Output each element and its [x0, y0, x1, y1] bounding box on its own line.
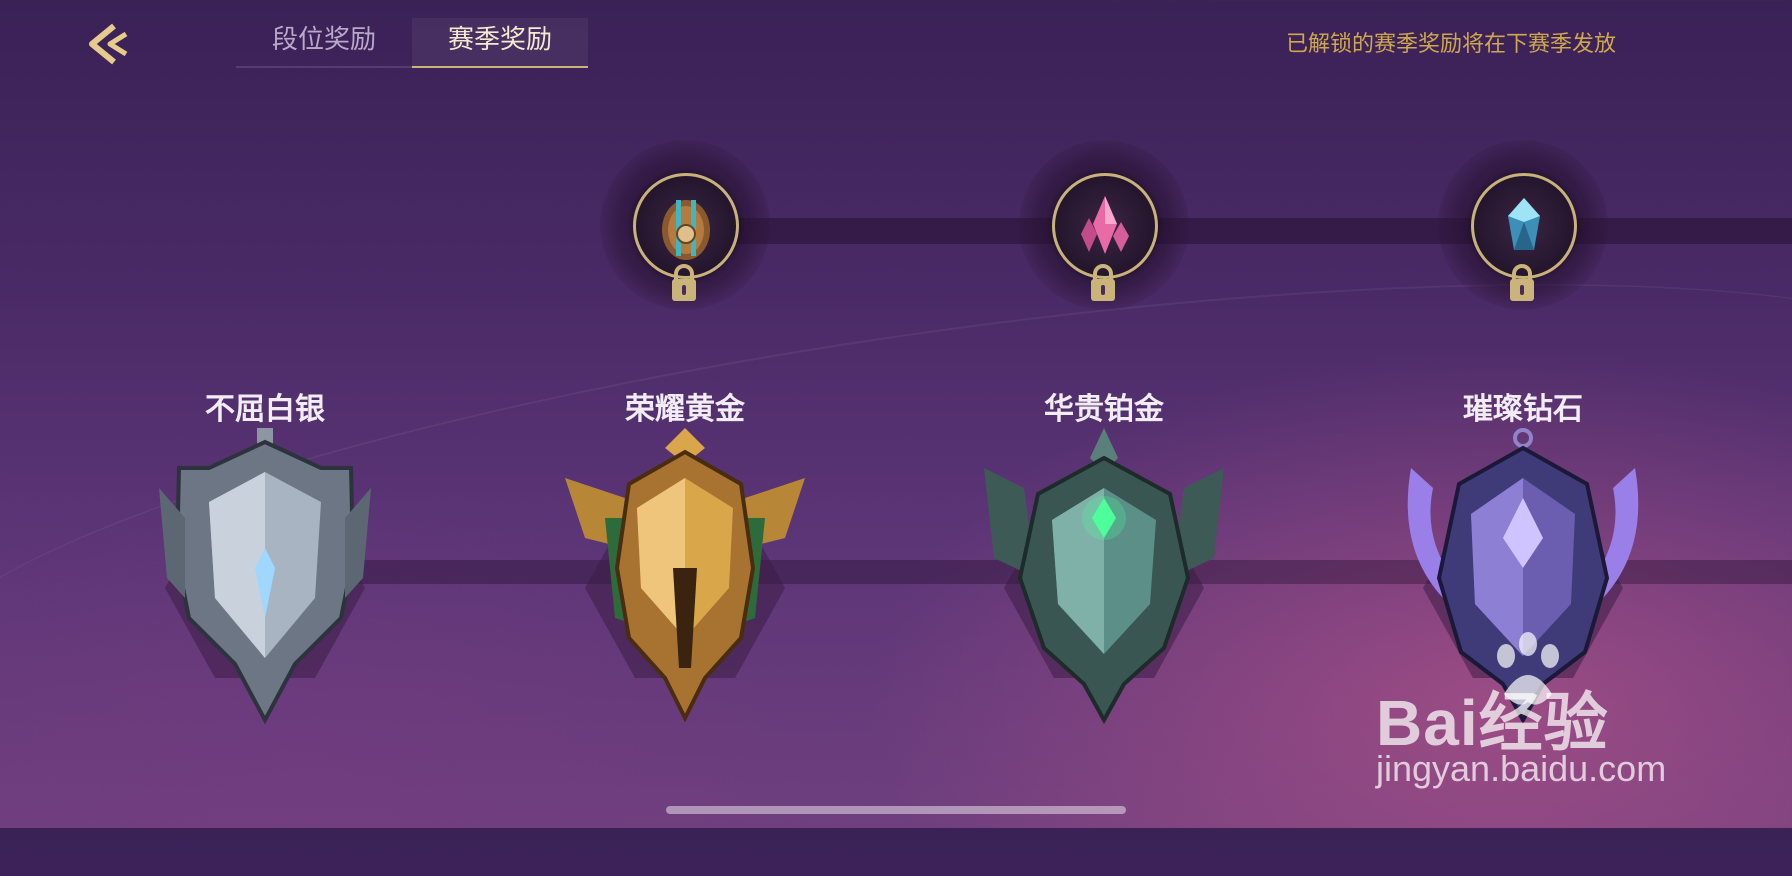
- home-indicator[interactable]: [666, 806, 1126, 814]
- reward-node-diamond[interactable]: [1438, 140, 1608, 310]
- tab-rank-rewards[interactable]: 段位奖励: [236, 18, 412, 68]
- rank-name-gold: 荣耀黄金: [625, 392, 745, 427]
- double-chevron-left-icon: [89, 23, 128, 65]
- lock-icon: [1510, 264, 1534, 301]
- platinum-emblem-icon: [984, 428, 1224, 725]
- lock-icon: [672, 264, 696, 301]
- reward-track: [700, 218, 1792, 244]
- gold-emblem-icon: [565, 428, 805, 723]
- season-reward-notice: 已解锁的赛季奖励将在下赛季发放: [1285, 32, 1616, 57]
- rank-name-diamond: 璀璨钻石: [1463, 392, 1583, 427]
- lock-icon: [1091, 264, 1115, 301]
- rank-name-platinum: 华贵铂金: [1044, 392, 1164, 427]
- back-button[interactable]: [80, 18, 132, 70]
- reward-tabs: 段位奖励 赛季奖励: [236, 18, 588, 68]
- silver-emblem[interactable]: [145, 428, 385, 728]
- rank-name-silver: 不屈白银: [205, 392, 325, 427]
- watermark-url: jingyan.baidu.com: [1376, 748, 1667, 789]
- reward-node-platinum[interactable]: [1019, 140, 1189, 310]
- tab-season-rewards[interactable]: 赛季奖励: [412, 18, 588, 68]
- platinum-emblem[interactable]: [984, 428, 1224, 728]
- silver-emblem-icon: [159, 428, 371, 725]
- reward-node-gold[interactable]: [600, 140, 770, 310]
- gold-emblem[interactable]: [565, 428, 805, 728]
